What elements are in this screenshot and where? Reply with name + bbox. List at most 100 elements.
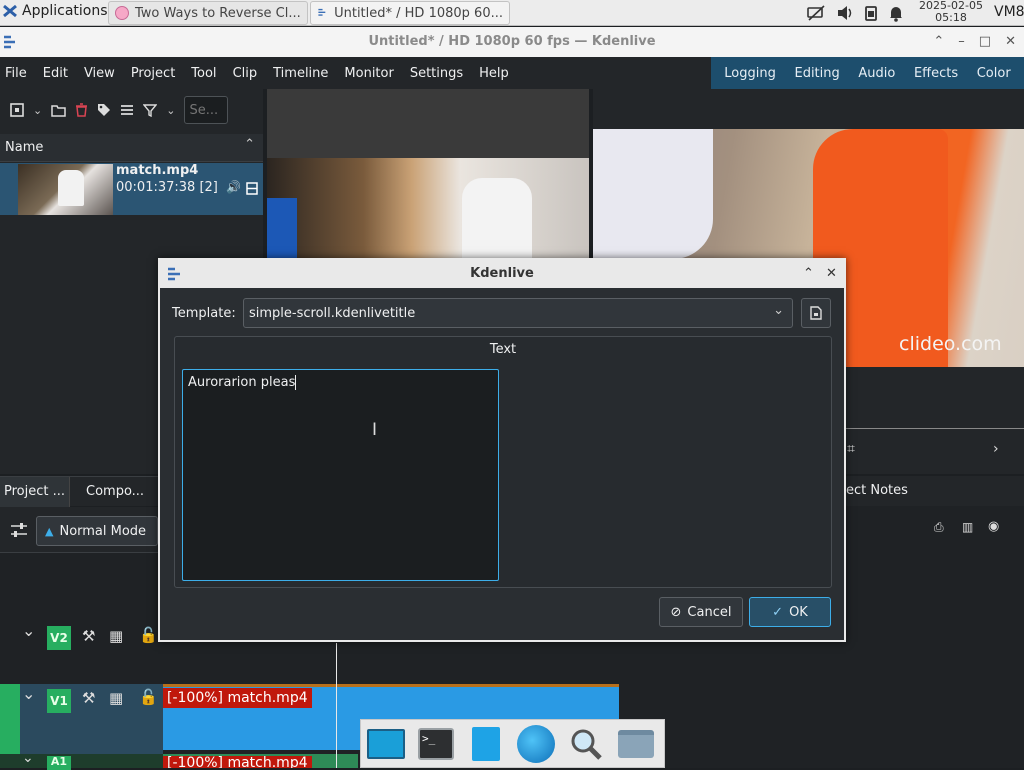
file-manager-icon[interactable] (465, 724, 507, 764)
filter-chevron-down-icon[interactable]: ⌄ (166, 104, 175, 117)
layout-audio[interactable]: Audio (858, 66, 895, 81)
insert-timestamp-icon[interactable]: ⎙ (934, 520, 944, 535)
sort-chevron-up-icon[interactable]: ⌃ (244, 137, 255, 152)
xfce-logo-icon (3, 4, 17, 18)
text-content-input[interactable]: Aurorarion pleas (182, 369, 499, 581)
template-value: simple-scroll.kdenlivetitle (249, 306, 416, 321)
window-title: Untitled* / HD 1080p 60 fps — Kdenlive (368, 34, 656, 49)
collapse-chevron-icon[interactable]: ⌄ (22, 684, 35, 703)
menu-edit[interactable]: Edit (35, 66, 76, 81)
web-browser-icon[interactable] (515, 724, 557, 764)
clock[interactable]: 2025-02-05 05:18 (918, 0, 984, 24)
lock-icon[interactable]: 🔓 (139, 626, 158, 644)
maximize-button[interactable]: □ (979, 27, 991, 57)
timeline-settings-icon[interactable] (10, 521, 28, 539)
filter-icon[interactable] (143, 103, 158, 117)
crop-icon[interactable]: ⌗ (847, 441, 855, 457)
chevron-right-icon[interactable]: › (993, 441, 999, 457)
menu-tool[interactable]: Tool (183, 66, 224, 81)
tag-icon[interactable] (97, 103, 111, 117)
lock-icon[interactable]: 🔓 (139, 688, 158, 706)
list-view-icon[interactable] (120, 104, 134, 116)
open-template-button[interactable] (801, 298, 831, 328)
dialog-shade-button[interactable]: ⌃ (803, 260, 814, 288)
minimize-button[interactable]: – (958, 27, 965, 57)
shade-button[interactable]: ⌃ (933, 27, 944, 57)
chevron-down-icon[interactable]: ⌄ (33, 104, 42, 117)
menu-view[interactable]: View (76, 66, 123, 81)
clock-time: 05:18 (935, 11, 967, 24)
eye-icon[interactable]: ◉ (988, 519, 999, 534)
task-kdenlive[interactable]: Untitled* / HD 1080p 60... (310, 1, 510, 25)
edit-mode-dropdown[interactable]: ▲ Normal Mode (36, 516, 158, 546)
film-icon[interactable]: ▦ (109, 689, 123, 707)
text-groupbox: Text Aurorarion pleas (174, 336, 832, 588)
notification-bell-icon[interactable] (888, 4, 904, 22)
tab-compositions[interactable]: Compo... (82, 477, 148, 507)
audio-icon: 🔊 (226, 180, 241, 194)
document-icon (810, 306, 822, 320)
folder-icon[interactable] (615, 724, 657, 764)
ok-button[interactable]: ✓ OK (749, 597, 831, 627)
network-icon[interactable] (806, 4, 826, 22)
applications-label: Applications (22, 3, 108, 19)
bin-search-input[interactable] (184, 96, 229, 124)
layout-color[interactable]: Color (977, 66, 1011, 81)
film-icon[interactable]: ▦ (109, 627, 123, 645)
clip-thumbnail (18, 164, 113, 215)
menu-monitor[interactable]: Monitor (336, 66, 401, 81)
menu-project[interactable]: Project (123, 66, 183, 81)
columns-icon[interactable]: ▥ (962, 520, 973, 534)
track-header-v1: ⌄ V1 ⚒ ▦ 🔓 (0, 684, 163, 754)
bin-clip-item[interactable]: match.mp4 00:01:37:38 [2] 🔊 (0, 163, 263, 215)
cancel-button[interactable]: ⊘ Cancel (659, 597, 743, 627)
dialog-titlebar: Kdenlive ⌃ ✕ (160, 260, 844, 288)
show-desktop-icon[interactable] (365, 723, 407, 764)
template-dropdown[interactable]: simple-scroll.kdenlivetitle ⌄ (243, 298, 793, 328)
effects-wand-icon[interactable]: ⚒ (82, 627, 95, 645)
watermark-text: clideo.com (899, 333, 1002, 355)
track-header-v2: ⌄ V2 ⚒ ▦ 🔓 (0, 615, 163, 661)
menu-clip[interactable]: Clip (225, 66, 266, 81)
collapse-chevron-icon[interactable]: ⌄ (22, 621, 35, 640)
chevron-down-icon: ⌄ (773, 303, 784, 318)
playhead[interactable] (336, 643, 337, 768)
menu-file[interactable]: File (0, 66, 35, 81)
tab-notes[interactable]: ect Notes (842, 476, 912, 506)
bin-column-header[interactable]: Name ⌃ (0, 134, 263, 162)
user-label[interactable]: VM8 (994, 4, 1024, 20)
track-tag-v2[interactable]: V2 (47, 626, 71, 650)
collapse-chevron-icon[interactable]: ⌄ (22, 750, 34, 766)
task-browser-label: Two Ways to Reverse Cl... (135, 5, 301, 21)
menu-timeline[interactable]: Timeline (265, 66, 336, 81)
track-tag-v1[interactable]: V1 (47, 689, 71, 713)
text-group-label: Text (489, 342, 517, 357)
close-window-button[interactable]: ✕ (1005, 27, 1016, 57)
menu-help[interactable]: Help (471, 66, 517, 81)
folder-icon[interactable] (51, 104, 66, 117)
edit-mode-value: Normal Mode (59, 523, 147, 539)
terminal-icon[interactable]: >_ (415, 724, 457, 764)
effects-wand-icon[interactable]: ⚒ (82, 689, 95, 707)
applications-menu[interactable]: Applications (2, 3, 108, 19)
clipboard-icon[interactable] (864, 4, 878, 22)
tab-project[interactable]: Project ... (0, 477, 71, 507)
clip-a1[interactable]: [-100%] match.mp4 (163, 754, 358, 768)
volume-icon[interactable] (836, 4, 854, 22)
clip-duration: 00:01:37:38 [2] (116, 180, 218, 195)
monitor-ruler[interactable] (843, 415, 1024, 429)
dialog-title: Kdenlive (470, 266, 534, 281)
layout-editing[interactable]: Editing (794, 66, 839, 81)
layout-logging[interactable]: Logging (724, 66, 776, 81)
video-icon (246, 182, 258, 195)
add-clip-icon[interactable] (10, 103, 24, 117)
dock: >_ (360, 719, 665, 768)
clip-a1-label: [-100%] match.mp4 (163, 756, 312, 768)
top-panel: Applications Two Ways to Reverse Cl... U… (0, 0, 1024, 26)
app-finder-icon[interactable] (565, 724, 607, 764)
menu-settings[interactable]: Settings (402, 66, 471, 81)
task-browser[interactable]: Two Ways to Reverse Cl... (108, 1, 308, 25)
layout-effects[interactable]: Effects (914, 66, 958, 81)
dialog-close-button[interactable]: ✕ (826, 260, 837, 288)
delete-icon[interactable] (75, 103, 88, 117)
